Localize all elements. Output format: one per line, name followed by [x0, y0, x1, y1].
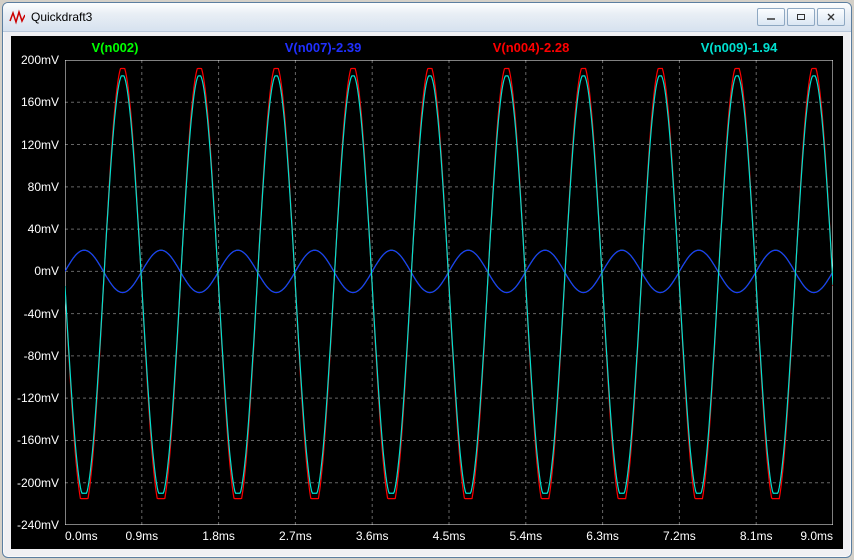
x-tick-label: 0.9ms [125, 529, 158, 543]
maximize-button[interactable] [787, 8, 815, 26]
x-tick-label: 6.3ms [586, 529, 619, 543]
y-tick-label: 200mV [21, 53, 59, 67]
x-tick-label: 1.8ms [202, 529, 235, 543]
legend-entry[interactable]: V(n004)-2.28 [427, 40, 635, 58]
y-axis[interactable]: -240mV-200mV-160mV-120mV-80mV-40mV0mV40m… [11, 60, 63, 525]
y-tick-label: 160mV [21, 95, 59, 109]
y-tick-label: -120mV [17, 391, 59, 405]
minimize-button[interactable] [757, 8, 785, 26]
plot-canvas[interactable] [65, 60, 833, 525]
legend-entry[interactable]: V(n007)-2.39 [219, 40, 427, 58]
x-tick-label: 7.2ms [663, 529, 696, 543]
titlebar[interactable]: Quickdraft3 [3, 3, 851, 32]
window-title: Quickdraft3 [31, 10, 757, 24]
y-tick-label: 80mV [28, 180, 59, 194]
x-tick-label: 9.0ms [800, 529, 833, 543]
x-tick-label: 2.7ms [279, 529, 312, 543]
app-icon [9, 9, 25, 25]
y-tick-label: -240mV [17, 518, 59, 532]
x-tick-label: 3.6ms [356, 529, 389, 543]
legend[interactable]: V(n002)V(n007)-2.39V(n004)-2.28V(n009)-1… [11, 40, 843, 58]
y-tick-label: 40mV [28, 222, 59, 236]
y-tick-label: 120mV [21, 138, 59, 152]
x-tick-label: 4.5ms [433, 529, 466, 543]
y-tick-label: -160mV [17, 433, 59, 447]
y-tick-label: 0mV [34, 264, 59, 278]
app-window: Quickdraft3 V(n002)V(n007)-2.39V(n004)-2… [2, 2, 852, 558]
x-tick-label: 0.0ms [65, 529, 98, 543]
y-tick-label: -200mV [17, 476, 59, 490]
close-button[interactable] [817, 8, 845, 26]
window-buttons [757, 8, 845, 26]
plot-area[interactable]: V(n002)V(n007)-2.39V(n004)-2.28V(n009)-1… [11, 36, 843, 549]
y-tick-label: -80mV [24, 349, 59, 363]
x-tick-label: 5.4ms [509, 529, 542, 543]
legend-entry[interactable]: V(n009)-1.94 [635, 40, 843, 58]
x-axis[interactable]: 0.0ms 0.9ms 1.8ms 2.7ms 3.6ms 4.5ms 5.4ms 6.3ms… [65, 529, 833, 545]
x-tick-label: 8.1ms [740, 529, 773, 543]
y-tick-label: -40mV [24, 307, 59, 321]
